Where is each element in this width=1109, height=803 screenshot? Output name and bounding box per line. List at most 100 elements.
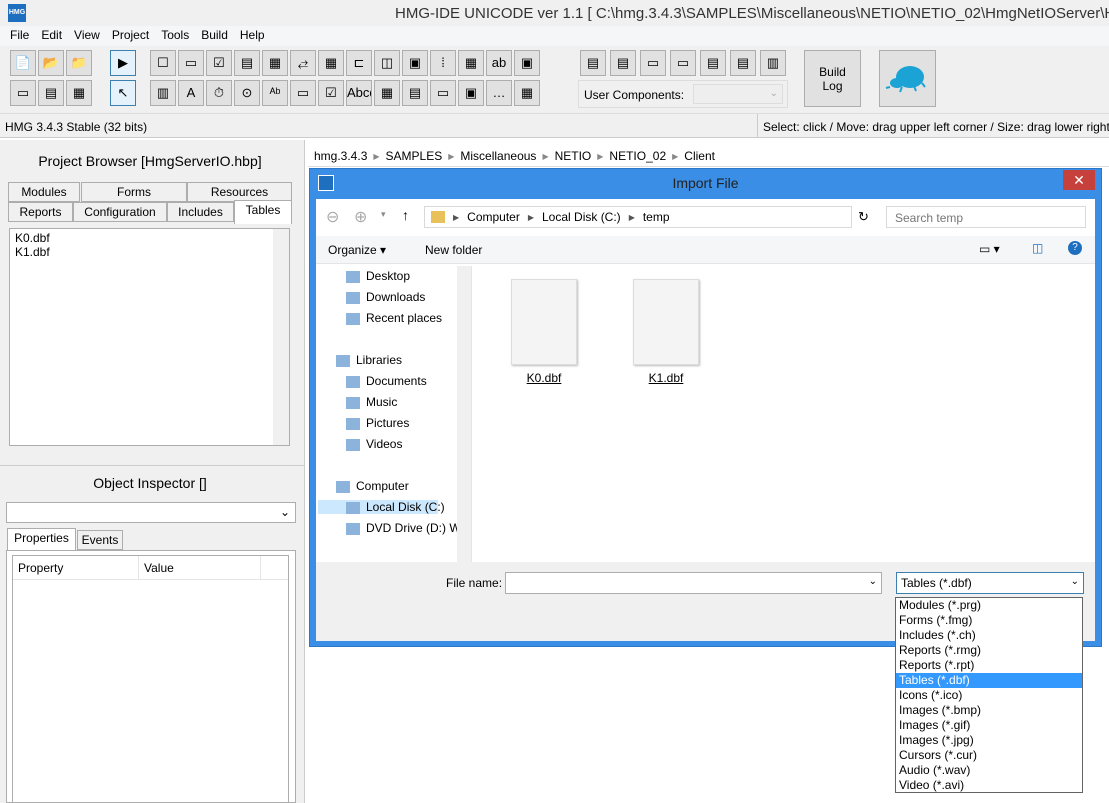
list-item[interactable]: K1.dbf	[15, 245, 284, 259]
nav-item[interactable]: Downloads	[346, 290, 425, 304]
toolbar-button[interactable]: ⊏	[346, 50, 372, 76]
breadcrumb-item[interactable]: Miscellaneous	[460, 149, 536, 163]
tab-configuration[interactable]: Configuration	[73, 202, 167, 222]
toolbar-button[interactable]: ▦	[66, 80, 92, 106]
toolbar-button[interactable]: ▭	[430, 80, 456, 106]
toolbar-button[interactable]: ☐	[150, 50, 176, 76]
dropdown-option[interactable]: Cursors (*.cur)	[896, 748, 1082, 763]
menu-build[interactable]: Build	[195, 26, 234, 46]
menu-help[interactable]: Help	[234, 26, 271, 46]
dropdown-option[interactable]: Reports (*.rmg)	[896, 643, 1082, 658]
refresh-icon[interactable]: ↻	[858, 209, 869, 225]
toolbar-button[interactable]: ▦	[514, 80, 540, 106]
new-folder-button[interactable]: New folder	[425, 243, 482, 257]
dropdown-option[interactable]: Audio (*.wav)	[896, 763, 1082, 778]
menu-edit[interactable]: Edit	[35, 26, 68, 46]
breadcrumb-item[interactable]: SAMPLES	[386, 149, 443, 163]
toolbar-button[interactable]: A	[178, 80, 204, 106]
toolbar-button[interactable]: Abcd	[346, 80, 372, 106]
nav-item[interactable]: Computer	[336, 479, 409, 493]
toolbar-button[interactable]: ▭	[10, 80, 36, 106]
toolbar-button[interactable]: ▤	[730, 50, 756, 76]
nav-item[interactable]: Recent places	[346, 311, 442, 325]
toolbar-button[interactable]: ▥	[760, 50, 786, 76]
toolbar-button[interactable]: ▤	[610, 50, 636, 76]
dropdown-option[interactable]: Images (*.bmp)	[896, 703, 1082, 718]
toolbar-button[interactable]: ab	[486, 50, 512, 76]
object-select[interactable]: ⌄	[6, 502, 296, 523]
toolbar-button[interactable]: ▣	[514, 50, 540, 76]
toolbar-button[interactable]: 📁	[66, 50, 92, 76]
dropdown-option[interactable]: Modules (*.prg)	[896, 598, 1082, 613]
toolbar-button[interactable]: ▤	[234, 50, 260, 76]
forward-button[interactable]: ⊕	[354, 207, 367, 227]
view-options-icon[interactable]: ▭ ▾	[979, 242, 1000, 256]
breadcrumb-item[interactable]: NETIO	[555, 149, 592, 163]
toolbar-button[interactable]: ⥄	[290, 50, 316, 76]
toolbar-button[interactable]: ◫	[374, 50, 400, 76]
address-segment[interactable]: Local Disk (C:)	[542, 210, 621, 224]
help-icon[interactable]: ?	[1068, 241, 1082, 255]
toolbar-button[interactable]: …	[486, 80, 512, 106]
recent-dropdown[interactable]: ▾	[381, 209, 386, 220]
dropdown-option[interactable]: Images (*.gif)	[896, 718, 1082, 733]
dropdown-option[interactable]: Icons (*.ico)	[896, 688, 1082, 703]
breadcrumb-item[interactable]: NETIO_02	[609, 149, 666, 163]
user-components-select[interactable]: ⌄	[693, 84, 783, 104]
toolbar-button[interactable]: ▣	[458, 80, 484, 106]
file-name-input[interactable]: ⌄	[505, 572, 882, 594]
address-segment[interactable]: Computer	[467, 210, 520, 224]
toolbar-button[interactable]: ▥	[150, 80, 176, 106]
toolbar-button[interactable]: ↖	[110, 80, 136, 106]
dropdown-option[interactable]: Tables (*.dbf)	[896, 673, 1082, 688]
nav-item[interactable]: Music	[346, 395, 397, 409]
dropdown-option[interactable]: Forms (*.fmg)	[896, 613, 1082, 628]
toolbar-button[interactable]: ▤	[38, 80, 64, 106]
toolbar-button[interactable]: ▭	[640, 50, 666, 76]
tab-tables[interactable]: Tables	[234, 200, 292, 224]
menu-file[interactable]: File	[4, 26, 35, 46]
address-segment[interactable]: temp	[643, 210, 670, 224]
menu-tools[interactable]: Tools	[155, 26, 195, 46]
back-button[interactable]: ⊖	[326, 207, 339, 227]
nav-scrollbar[interactable]	[457, 266, 471, 562]
toolbar-button[interactable]: ▤	[580, 50, 606, 76]
nav-item[interactable]: Pictures	[346, 416, 409, 430]
preview-pane-icon[interactable]: ◫	[1032, 241, 1043, 255]
chevron-down-icon[interactable]: ⌄	[869, 576, 877, 587]
toolbar-button[interactable]: 📄	[10, 50, 36, 76]
splitter[interactable]	[0, 465, 305, 468]
toolbar-button[interactable]: ☑	[318, 80, 344, 106]
menu-view[interactable]: View	[68, 26, 106, 46]
toolbar-button[interactable]: ▦	[262, 50, 288, 76]
organize-button[interactable]: Organize ▾	[328, 243, 386, 257]
tables-list[interactable]: K0.dbf K1.dbf	[9, 228, 290, 446]
dropdown-option[interactable]: Reports (*.rpt)	[896, 658, 1082, 673]
toolbar-button[interactable]: ▤	[700, 50, 726, 76]
chevron-down-icon[interactable]: ⌄	[1071, 576, 1079, 587]
file-item[interactable]: K1.dbf	[621, 279, 711, 385]
toolbar-button[interactable]: ᴬᵇ	[262, 80, 288, 106]
debug-button[interactable]	[879, 50, 936, 107]
up-button[interactable]: ↑	[402, 207, 409, 223]
list-item[interactable]: K0.dbf	[15, 231, 284, 245]
toolbar-button[interactable]: ▶	[110, 50, 136, 76]
toolbar-button[interactable]: ⊙	[234, 80, 260, 106]
menu-project[interactable]: Project	[106, 26, 155, 46]
toolbar-button[interactable]: ⏱	[206, 80, 232, 106]
address-bar[interactable]: ▶ Computer ▶ Local Disk (C:) ▶ temp	[424, 206, 852, 228]
dropdown-option[interactable]: Includes (*.ch)	[896, 628, 1082, 643]
tab-includes[interactable]: Includes	[167, 202, 234, 222]
dropdown-option[interactable]: Video (*.avi)	[896, 778, 1082, 793]
toolbar-button[interactable]: ▭	[178, 50, 204, 76]
tab-events[interactable]: Events	[77, 530, 123, 550]
toolbar-button[interactable]: ▦	[458, 50, 484, 76]
nav-item[interactable]: Libraries	[336, 353, 402, 367]
breadcrumb-item[interactable]: hmg.3.4.3	[314, 149, 367, 163]
nav-item[interactable]: Documents	[346, 374, 427, 388]
toolbar-button[interactable]: 📂	[38, 50, 64, 76]
column-value[interactable]: Value	[139, 556, 261, 579]
nav-item[interactable]: DVD Drive (D:) W	[346, 521, 461, 535]
property-grid[interactable]: Property Value	[12, 555, 289, 803]
toolbar-button[interactable]: ☑	[206, 50, 232, 76]
